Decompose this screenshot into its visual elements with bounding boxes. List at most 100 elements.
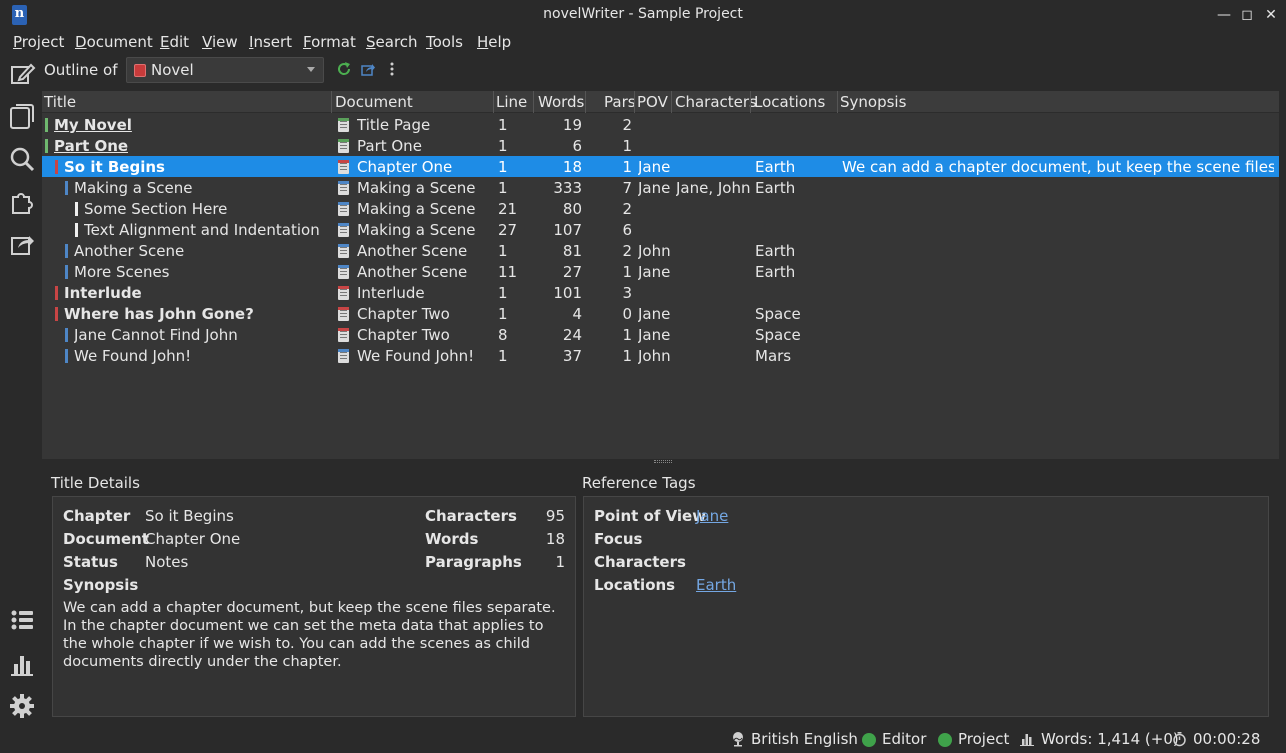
row-document: Making a Scene	[357, 200, 476, 218]
row-words: 18	[562, 158, 582, 176]
row-title: More Scenes	[74, 263, 170, 281]
row-document: We Found John!	[357, 347, 475, 365]
row-words: 6	[572, 137, 582, 155]
row-locations: Earth	[755, 263, 796, 281]
export-icon[interactable]	[8, 230, 36, 258]
maximize-icon[interactable]: ◻	[1238, 6, 1256, 24]
table-row[interactable]: Interlude Interlude 1 101 3	[42, 282, 1279, 303]
table-row[interactable]: Part One Part One 1 6 1	[42, 135, 1279, 156]
menu-format[interactable]: Format	[303, 33, 356, 51]
settings-gear-icon[interactable]	[8, 692, 36, 720]
table-row[interactable]: My Novel Title Page 1 19 2	[42, 114, 1279, 135]
menu-project[interactable]: Project	[13, 33, 64, 51]
row-pars: 2	[622, 242, 632, 260]
row-pov: Jane	[638, 158, 671, 176]
edit-project-icon[interactable]	[8, 60, 36, 88]
location-link[interactable]: Earth	[696, 576, 736, 594]
outline-tree[interactable]: Title Document Line Words Pars POV Chara…	[42, 91, 1279, 459]
row-pars: 1	[622, 158, 632, 176]
row-title: Text Alignment and Indentation	[84, 221, 320, 239]
synopsis-value: We can add a chapter document, but keep …	[63, 600, 556, 670]
document-icon	[338, 286, 349, 300]
table-row[interactable]: We Found John! We Found John! 1 37 1 Joh…	[42, 345, 1279, 366]
row-document: Chapter Two	[357, 305, 450, 323]
table-row[interactable]: Some Section Here Making a Scene 21 80 2	[42, 198, 1279, 219]
table-row[interactable]: Where has John Gone? Chapter Two 1 4 0 J…	[42, 303, 1279, 324]
menu-tools[interactable]: Tools	[426, 33, 463, 51]
menu-edit[interactable]: Edit	[160, 33, 189, 51]
column-pars[interactable]: Pars	[604, 93, 636, 113]
column-locations[interactable]: Locations	[754, 93, 825, 113]
column-words[interactable]: Words	[538, 93, 584, 113]
table-row[interactable]: Making a Scene Making a Scene 1 333 7 Ja…	[42, 177, 1279, 198]
document-icon	[338, 118, 349, 132]
plugin-icon[interactable]	[8, 188, 36, 216]
column-title[interactable]: Title	[44, 93, 76, 113]
row-locations: Space	[755, 326, 801, 344]
row-words: 107	[553, 221, 582, 239]
language-status[interactable]: British English	[751, 730, 858, 748]
row-locations: Earth	[755, 242, 796, 260]
novel-view-icon[interactable]	[8, 102, 36, 130]
minimize-icon[interactable]: —	[1215, 6, 1233, 24]
status-bar: British English Editor Project Words: 1,…	[0, 725, 1286, 753]
document-icon	[338, 139, 349, 153]
row-title: Interlude	[64, 284, 142, 302]
column-pov[interactable]: POV	[637, 93, 668, 113]
words-count-value: 18	[545, 530, 565, 548]
row-words: 4	[572, 305, 582, 323]
paragraphs-count-value: 1	[555, 553, 565, 571]
table-row[interactable]: More Scenes Another Scene 11 27 1 Jane E…	[42, 261, 1279, 282]
row-words: 80	[562, 200, 582, 218]
more-options-icon[interactable]	[384, 61, 400, 77]
window-title: novelWriter - Sample Project	[543, 6, 743, 22]
export-outline-icon[interactable]	[360, 61, 376, 77]
row-words: 27	[562, 263, 582, 281]
row-line: 21	[498, 200, 518, 218]
chapter-value: So it Begins	[145, 507, 234, 525]
column-synopsis[interactable]: Synopsis	[840, 93, 906, 113]
menu-insert[interactable]: Insert	[249, 33, 292, 51]
focus-label: Focus	[594, 530, 643, 548]
row-title: Making a Scene	[74, 179, 193, 197]
root-folder-select[interactable]: Novel	[126, 57, 324, 83]
pov-link[interactable]: Jane	[696, 507, 728, 525]
table-row[interactable]: Text Alignment and Indentation Making a …	[42, 219, 1279, 240]
menu-document[interactable]: Document	[75, 33, 153, 51]
panel-splitter-handle[interactable]	[654, 460, 672, 463]
root-folder-value: Novel	[151, 61, 194, 79]
table-row-selected[interactable]: So it Begins Chapter One 1 18 1 Jane Ear…	[42, 156, 1279, 177]
row-document: Another Scene	[357, 242, 468, 260]
column-document[interactable]: Document	[335, 93, 413, 113]
column-line[interactable]: Line	[496, 93, 527, 113]
row-pov: John	[638, 347, 671, 365]
document-icon	[338, 349, 349, 363]
document-value: Chapter One	[145, 530, 241, 548]
column-characters[interactable]: Characters	[675, 93, 757, 113]
row-pov: John	[638, 242, 671, 260]
row-line: 1	[498, 242, 508, 260]
row-line: 11	[498, 263, 518, 281]
row-title: Some Section Here	[84, 200, 228, 218]
project-status: Project	[958, 730, 1010, 748]
statistics-icon[interactable]	[8, 650, 36, 678]
close-icon[interactable]: ✕	[1262, 6, 1280, 24]
search-icon[interactable]	[8, 145, 36, 173]
row-title: Part One	[54, 137, 129, 155]
row-title: So it Begins	[64, 158, 165, 176]
row-pars: 2	[622, 200, 632, 218]
row-pars: 0	[622, 305, 632, 323]
row-pov: Jane	[638, 326, 671, 344]
row-locations: Earth	[755, 158, 796, 176]
row-line: 27	[498, 221, 518, 239]
refresh-icon[interactable]	[336, 61, 352, 77]
characters-count-label: Characters	[425, 507, 517, 525]
menu-help[interactable]: Help	[477, 33, 511, 51]
menu-view[interactable]: View	[202, 33, 238, 51]
row-pov: Jane	[638, 263, 671, 281]
outline-list-icon[interactable]	[8, 606, 36, 634]
menu-search[interactable]: Search	[366, 33, 418, 51]
table-row[interactable]: Another Scene Another Scene 1 81 2 John …	[42, 240, 1279, 261]
row-words: 101	[553, 284, 582, 302]
table-row[interactable]: Jane Cannot Find John Chapter Two 8 24 1…	[42, 324, 1279, 345]
